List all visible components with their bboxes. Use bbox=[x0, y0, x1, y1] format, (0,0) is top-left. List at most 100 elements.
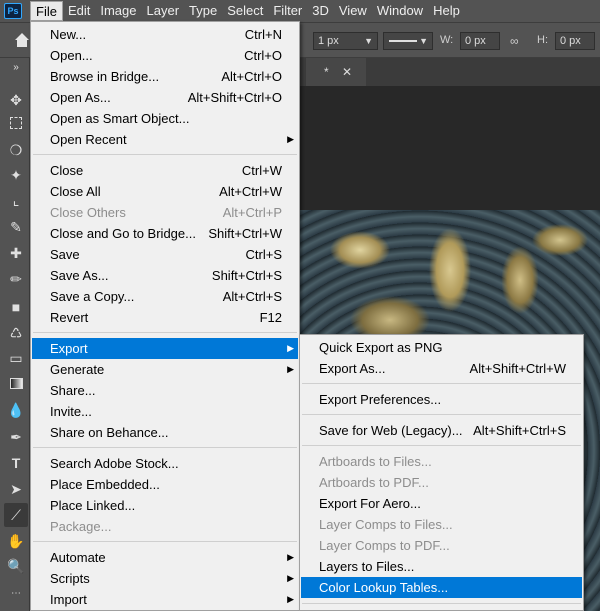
menu-file[interactable]: File bbox=[30, 1, 63, 21]
menu-item-place-linked[interactable]: Place Linked... bbox=[32, 495, 298, 516]
menu-separator bbox=[302, 383, 581, 384]
menu-item-export[interactable]: Export ▶ bbox=[32, 338, 298, 359]
menu-separator bbox=[33, 154, 297, 155]
width-field[interactable]: 0 px bbox=[460, 32, 500, 50]
gradient-tool-icon[interactable] bbox=[7, 375, 25, 393]
menu-item-open-smart-object[interactable]: Open as Smart Object... bbox=[32, 108, 298, 129]
menu-3d[interactable]: 3D bbox=[307, 1, 334, 21]
type-tool-icon[interactable]: T bbox=[7, 454, 25, 472]
submenu-arrow-icon: ▶ bbox=[287, 343, 294, 353]
more-tools-icon[interactable]: ⋯ bbox=[7, 585, 25, 603]
menu-item-save-for-web[interactable]: Save for Web (Legacy)... Alt+Shift+Ctrl+S bbox=[301, 420, 582, 441]
menu-filter[interactable]: Filter bbox=[268, 1, 307, 21]
menu-item-layer-comps-to-files: Layer Comps to Files... bbox=[319, 517, 453, 532]
tool-panel: » ✥ ❍ ✦ ⌞ ✎ ✚ ✏ ■ ♺ ▭ 💧 ✒ T ➤ ⟋ ✋ 🔍 ⋯ bbox=[0, 58, 30, 611]
menu-item-layers-to-files[interactable]: Layers to Files... bbox=[301, 556, 582, 577]
menu-item-open-recent[interactable]: Open Recent ▶ bbox=[32, 129, 298, 150]
healing-brush-tool-icon[interactable]: ✚ bbox=[7, 244, 25, 262]
file-menu: New... Ctrl+N Open... Ctrl+O Browse in Bri… bbox=[30, 21, 300, 611]
modified-indicator: * bbox=[324, 65, 329, 79]
menu-item-browse-bridge[interactable]: Browse in Bridge... Alt+Ctrl+O bbox=[32, 66, 298, 87]
menu-item-scripts[interactable]: Scripts ▶ bbox=[32, 568, 298, 589]
photoshop-logo: Ps bbox=[4, 3, 22, 19]
menu-separator bbox=[302, 603, 581, 604]
home-icon[interactable] bbox=[14, 32, 30, 48]
menu-layer[interactable]: Layer bbox=[142, 1, 185, 21]
lasso-tool-icon[interactable]: ❍ bbox=[7, 141, 25, 159]
menu-item-new[interactable]: New... Ctrl+N bbox=[32, 24, 298, 45]
menu-help[interactable]: Help bbox=[428, 1, 465, 21]
menu-view[interactable]: View bbox=[334, 1, 372, 21]
menu-separator bbox=[302, 445, 581, 446]
menu-edit[interactable]: Edit bbox=[63, 1, 95, 21]
menu-item-invite[interactable]: Invite... bbox=[32, 401, 298, 422]
move-tool-icon[interactable]: ✥ bbox=[7, 91, 25, 109]
chevron-down-icon: ▼ bbox=[364, 36, 373, 46]
height-field[interactable]: 0 px bbox=[555, 32, 595, 50]
collapse-panel-icon[interactable]: » bbox=[7, 59, 25, 77]
stroke-style-dropdown[interactable]: ▼ bbox=[383, 32, 433, 50]
brush-tool-icon[interactable]: ✏ bbox=[7, 270, 25, 288]
menu-item-generate[interactable]: Generate ▶ bbox=[32, 359, 298, 380]
menu-item-share-behance[interactable]: Share on Behance... bbox=[32, 422, 298, 443]
menu-item-close-others: Close Others Alt+Ctrl+P bbox=[50, 205, 282, 220]
menu-item-export-as[interactable]: Export As... Alt+Shift+Ctrl+W bbox=[301, 358, 582, 379]
line-tool-icon[interactable]: ⟋ bbox=[4, 503, 28, 527]
menu-window[interactable]: Window bbox=[372, 1, 428, 21]
menu-item-artboards-to-files: Artboards to Files... bbox=[319, 454, 432, 469]
marquee-tool-icon[interactable] bbox=[7, 115, 25, 133]
menu-item-search-stock[interactable]: Search Adobe Stock... bbox=[32, 453, 298, 474]
menu-item-share[interactable]: Share... bbox=[32, 380, 298, 401]
menu-item-export-for-aero[interactable]: Export For Aero... bbox=[301, 493, 582, 514]
crop-tool-icon[interactable]: ⌞ bbox=[7, 191, 25, 209]
menu-item-export-preferences[interactable]: Export Preferences... bbox=[301, 389, 582, 410]
menu-select[interactable]: Select bbox=[222, 1, 268, 21]
link-icon[interactable]: ∞ bbox=[510, 34, 519, 48]
stamp-tool-icon[interactable]: ■ bbox=[7, 298, 25, 316]
blur-tool-icon[interactable]: 💧 bbox=[7, 401, 25, 419]
menu-item-save[interactable]: Save Ctrl+S bbox=[32, 244, 298, 265]
stroke-width-field[interactable]: 1 px ▼ bbox=[313, 32, 378, 50]
close-icon[interactable]: ✕ bbox=[342, 65, 352, 79]
submenu-arrow-icon: ▶ bbox=[287, 364, 294, 374]
menu-item-layer-comps-to-pdf: Layer Comps to PDF... bbox=[319, 538, 450, 553]
menu-item-close[interactable]: Close Ctrl+W bbox=[32, 160, 298, 181]
menu-item-save-a-copy[interactable]: Save a Copy... Alt+Ctrl+S bbox=[32, 286, 298, 307]
submenu-arrow-icon: ▶ bbox=[287, 573, 294, 583]
chevron-down-icon: ▼ bbox=[419, 36, 428, 46]
menu-type[interactable]: Type bbox=[184, 1, 222, 21]
submenu-arrow-icon: ▶ bbox=[287, 552, 294, 562]
history-brush-tool-icon[interactable]: ♺ bbox=[7, 324, 25, 342]
menu-item-close-all[interactable]: Close All Alt+Ctrl+W bbox=[32, 181, 298, 202]
menu-image[interactable]: Image bbox=[95, 1, 141, 21]
stroke-line-icon bbox=[389, 40, 417, 42]
menu-item-place-embedded[interactable]: Place Embedded... bbox=[32, 474, 298, 495]
menu-bar: Ps File Edit Image Layer Type Select Fil… bbox=[0, 0, 600, 22]
menu-separator bbox=[33, 332, 297, 333]
document-tab[interactable]: * ✕ bbox=[306, 58, 366, 86]
hand-tool-icon[interactable]: ✋ bbox=[7, 532, 25, 550]
menu-item-artboards-to-pdf: Artboards to PDF... bbox=[319, 475, 429, 490]
submenu-arrow-icon: ▶ bbox=[287, 594, 294, 604]
stroke-width-value: 1 px bbox=[318, 35, 339, 47]
menu-item-open-as[interactable]: Open As... Alt+Shift+Ctrl+O bbox=[32, 87, 298, 108]
menu-item-quick-export-png[interactable]: Quick Export as PNG bbox=[301, 337, 582, 358]
path-selection-tool-icon[interactable]: ➤ bbox=[7, 480, 25, 498]
eraser-tool-icon[interactable]: ▭ bbox=[7, 349, 25, 367]
menu-item-close-go-to-bridge[interactable]: Close and Go to Bridge... Shift+Ctrl+W bbox=[32, 223, 298, 244]
zoom-tool-icon[interactable]: 🔍 bbox=[7, 557, 25, 575]
menu-item-import[interactable]: Import ▶ bbox=[32, 589, 298, 610]
menu-item-automate[interactable]: Automate ▶ bbox=[32, 547, 298, 568]
menu-separator bbox=[33, 447, 297, 448]
width-label: W: bbox=[440, 34, 454, 46]
eyedropper-tool-icon[interactable]: ✎ bbox=[7, 218, 25, 236]
submenu-arrow-icon: ▶ bbox=[287, 134, 294, 144]
menu-item-revert[interactable]: Revert F12 bbox=[32, 307, 298, 328]
menu-item-color-lookup-tables[interactable]: Color Lookup Tables... bbox=[301, 577, 582, 598]
export-submenu: Quick Export as PNG Export As... Alt+Shif… bbox=[299, 334, 584, 611]
magic-wand-tool-icon[interactable]: ✦ bbox=[7, 166, 25, 184]
pen-tool-icon[interactable]: ✒ bbox=[7, 428, 25, 446]
menu-item-open[interactable]: Open... Ctrl+O bbox=[32, 45, 298, 66]
height-label: H: bbox=[537, 34, 548, 46]
menu-item-save-as[interactable]: Save As... Shift+Ctrl+S bbox=[32, 265, 298, 286]
